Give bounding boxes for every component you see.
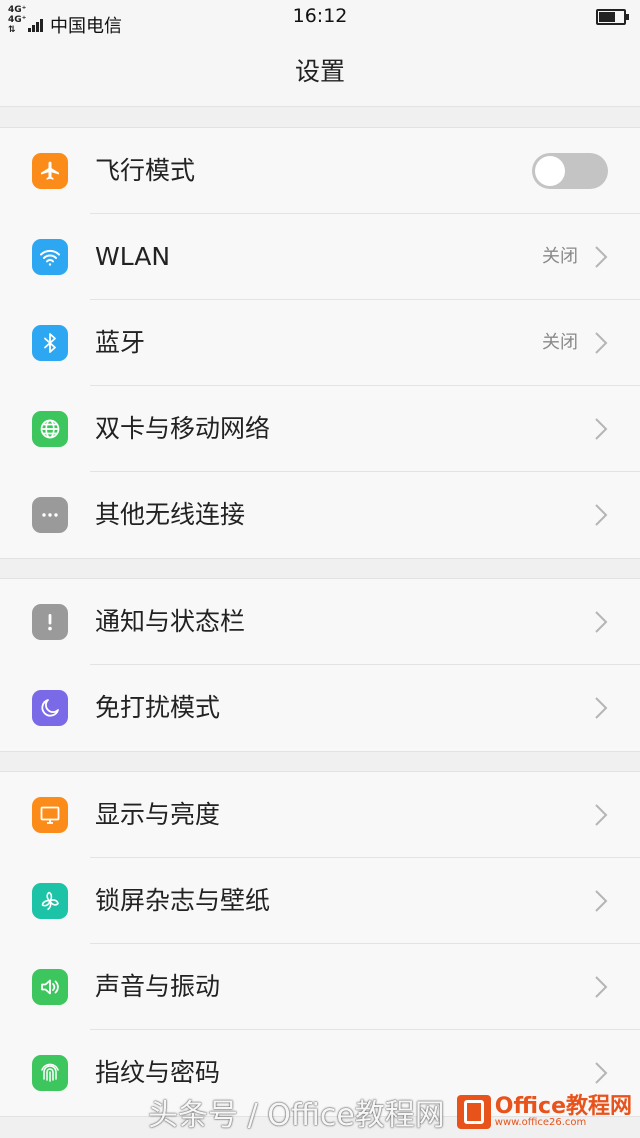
chevron-right-icon	[595, 804, 608, 826]
chevron-right-icon	[595, 611, 608, 633]
settings-item-lockscreen-wallpaper[interactable]: 锁屏杂志与壁纸	[0, 858, 640, 944]
chevron-right-icon	[595, 332, 608, 354]
bluetooth-icon	[32, 325, 68, 361]
notification-icon	[32, 604, 68, 640]
settings-item-other-wireless[interactable]: 其他无线连接	[0, 472, 640, 558]
header: 设置	[0, 34, 640, 107]
office-logo-icon	[456, 1095, 491, 1129]
airplane-icon	[32, 153, 68, 189]
bluetooth-status: 关闭	[542, 332, 578, 353]
chevron-right-icon	[595, 246, 608, 268]
settings-group-connectivity: 飞行模式 WLAN 关闭 蓝牙 关闭 双卡与移动网络 其他无线连接	[0, 127, 640, 559]
settings-item-do-not-disturb[interactable]: 免打扰模式	[0, 665, 640, 751]
settings-item-label: 飞行模式	[95, 156, 196, 185]
battery-level	[599, 12, 615, 22]
settings-item-label: 双卡与移动网络	[95, 414, 271, 443]
moon-icon	[32, 690, 68, 726]
settings-group-notifications: 通知与状态栏 免打扰模式	[0, 578, 640, 752]
fingerprint-icon	[32, 1055, 68, 1091]
status-time: 16:12	[292, 5, 348, 27]
display-icon	[32, 797, 68, 833]
settings-item-display-brightness[interactable]: 显示与亮度	[0, 772, 640, 858]
chevron-right-icon	[595, 504, 608, 526]
chevron-right-icon	[595, 890, 608, 912]
chevron-right-icon	[595, 418, 608, 440]
settings-item-label: 蓝牙	[95, 328, 146, 357]
settings-item-label: 免打扰模式	[95, 693, 221, 722]
watermark-brand: Office教程网 www.office26.com	[495, 1096, 632, 1128]
pinwheel-icon	[32, 883, 68, 919]
wlan-status: 关闭	[542, 246, 578, 267]
settings-item-notification-status-bar[interactable]: 通知与状态栏	[0, 579, 640, 665]
settings-item-wlan[interactable]: WLAN 关闭	[0, 214, 640, 300]
settings-item-label: 声音与振动	[95, 972, 221, 1001]
settings-item-label: 通知与状态栏	[95, 607, 246, 636]
settings-item-bluetooth[interactable]: 蓝牙 关闭	[0, 300, 640, 386]
battery-icon	[596, 9, 629, 25]
settings-item-label: 锁屏杂志与壁纸	[95, 886, 271, 915]
more-icon	[32, 497, 68, 533]
settings-item-sound-vibration[interactable]: 声音与振动	[0, 944, 640, 1030]
settings-item-label: 显示与亮度	[95, 800, 221, 829]
settings-item-dual-sim-network[interactable]: 双卡与移动网络	[0, 386, 640, 472]
airplane-mode-toggle[interactable]	[532, 153, 608, 189]
settings-group-display-sound: 显示与亮度 锁屏杂志与壁纸 声音与振动 指纹与密码	[0, 771, 640, 1117]
chevron-right-icon	[595, 976, 608, 998]
watermark-url: www.office26.com	[494, 1117, 587, 1128]
chevron-right-icon	[595, 697, 608, 719]
watermark-brand-name: Office教程网	[494, 1094, 632, 1119]
settings-item-label: WLAN	[95, 242, 171, 271]
page-title: 设置	[294, 57, 345, 86]
watermark-text: 头条号 / Office教程网	[148, 1098, 445, 1133]
speaker-icon	[32, 969, 68, 1005]
chevron-right-icon	[595, 1062, 608, 1084]
globe-icon	[32, 411, 68, 447]
status-bar: 4G⁺ 4G⁺ ⇅ 2G 中国电信 16:12	[0, 0, 640, 45]
settings-item-airplane-mode[interactable]: 飞行模式	[0, 128, 640, 214]
wifi-icon	[32, 239, 68, 275]
watermark: 头条号 / Office教程网 Office教程网 www.office26.c…	[148, 1090, 632, 1134]
settings-item-label: 其他无线连接	[95, 500, 246, 529]
